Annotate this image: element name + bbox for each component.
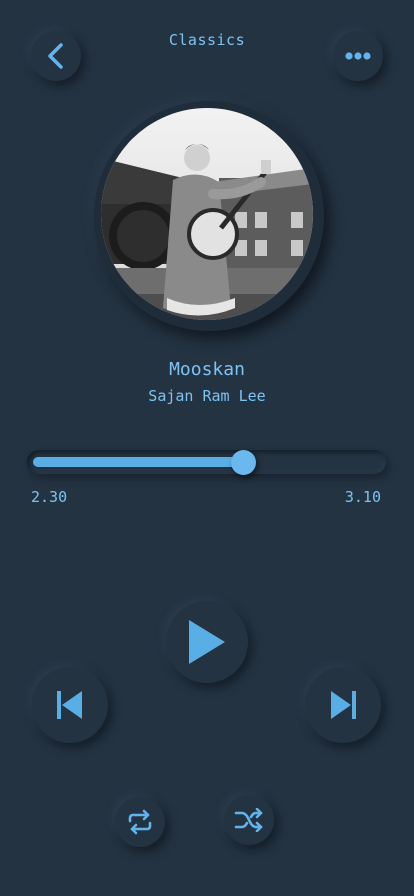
song-title: Mooskan bbox=[169, 359, 245, 380]
skip-previous-icon bbox=[57, 691, 82, 719]
previous-track-button[interactable] bbox=[32, 667, 108, 743]
repeat-icon bbox=[128, 809, 152, 835]
next-track-button[interactable] bbox=[305, 667, 381, 743]
shuffle-button[interactable] bbox=[224, 795, 274, 845]
progress-fill bbox=[33, 457, 241, 467]
repeat-button[interactable] bbox=[115, 797, 165, 847]
play-icon bbox=[189, 620, 225, 664]
shuffle-icon bbox=[234, 808, 263, 832]
more-horizontal-icon bbox=[345, 52, 371, 60]
play-button[interactable] bbox=[166, 601, 248, 683]
elapsed-time: 2.30 bbox=[31, 488, 68, 506]
album-art bbox=[101, 108, 313, 320]
progress-thumb[interactable] bbox=[231, 450, 256, 475]
song-artist: Sajan Ram Lee bbox=[148, 387, 266, 405]
total-duration: 3.10 bbox=[344, 488, 381, 506]
more-options-button[interactable] bbox=[333, 31, 383, 81]
skip-next-icon bbox=[331, 691, 356, 719]
